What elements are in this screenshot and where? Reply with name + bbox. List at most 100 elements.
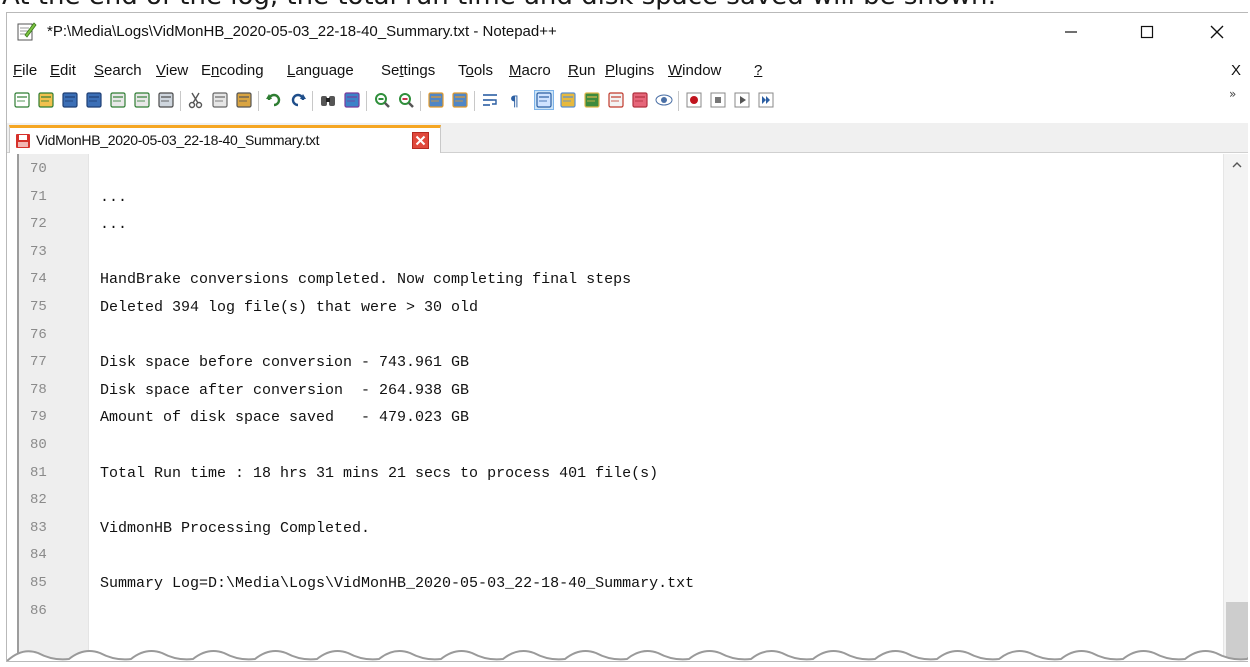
word-wrap-icon[interactable] — [481, 91, 499, 109]
line-text: ... — [100, 216, 128, 234]
show-all-characters-icon[interactable]: ¶ — [505, 91, 523, 109]
monitoring-icon[interactable] — [655, 91, 673, 109]
redo-icon[interactable] — [289, 91, 307, 109]
tab-summary-file[interactable]: VidMonHB_2020-05-03_22-18-40_Summary.txt — [9, 125, 441, 153]
menu-item-9[interactable]: Run — [568, 62, 596, 79]
editor-line[interactable]: 70 — [7, 156, 1212, 184]
save-all-icon[interactable] — [85, 91, 103, 109]
editor-line[interactable]: 84 — [7, 542, 1212, 570]
replace-icon[interactable] — [343, 91, 361, 109]
line-number: 81 — [30, 464, 47, 481]
minimize-icon — [1065, 31, 1077, 33]
menu-item-rest: dit — [60, 62, 76, 79]
menu-item-accelerator: W — [668, 62, 683, 79]
close-document-menu-button[interactable]: X — [1231, 62, 1241, 79]
editor-line[interactable]: 81 Total Run time : 18 hrs 31 mins 21 sec… — [7, 460, 1212, 488]
cut-icon[interactable] — [187, 91, 205, 109]
editor-line[interactable]: 80 — [7, 432, 1212, 460]
zoom-out-icon[interactable] — [397, 91, 415, 109]
menu-item-11[interactable]: Window — [668, 62, 721, 79]
close-icon — [1210, 25, 1224, 39]
scroll-up-arrow-icon[interactable] — [1231, 160, 1243, 170]
undo-icon[interactable] — [265, 91, 283, 109]
minimize-button[interactable] — [1043, 13, 1099, 51]
editor-line[interactable]: 86 — [7, 598, 1212, 626]
sync-vertical-icon[interactable] — [427, 91, 445, 109]
notepadpp-window: *P:\Media\Logs\VidMonHB_2020-05-03_22-18… — [6, 12, 1248, 662]
menu-item-rest: ile — [22, 62, 38, 79]
menu-item-4[interactable]: Encoding — [201, 62, 264, 79]
toolbar-separator — [258, 91, 259, 111]
editor-line[interactable]: 73 — [7, 239, 1212, 267]
line-number: 72 — [30, 216, 47, 233]
menu-bar: X File Edit Search View Encoding Language Sett… — [7, 56, 1248, 80]
menu-item-prefix: Se — [381, 62, 400, 79]
editor-line[interactable]: 77 Disk space before conversion - 743.961… — [7, 349, 1212, 377]
menu-item-rest: coding — [219, 62, 264, 79]
close-all-icon[interactable] — [133, 91, 151, 109]
editor-line[interactable]: 79 Amount of disk space saved - 479.023 G… — [7, 404, 1212, 432]
editor-line[interactable]: 78 Disk space after conversion - 264.938 … — [7, 377, 1212, 405]
paste-icon[interactable] — [235, 91, 253, 109]
stop-recording-icon[interactable] — [709, 91, 727, 109]
record-macro-icon[interactable] — [685, 91, 703, 109]
menu-item-3[interactable]: View — [156, 62, 188, 79]
toolbar-separator — [420, 91, 421, 111]
save-icon[interactable] — [61, 91, 79, 109]
menu-item-2[interactable]: Search — [94, 62, 142, 79]
close-window-button[interactable] — [1189, 13, 1245, 51]
editor-line[interactable]: 82 — [7, 487, 1212, 515]
menu-item-12[interactable]: ? — [754, 62, 762, 79]
find-icon[interactable] — [319, 91, 337, 109]
document-tab-bar: VidMonHB_2020-05-03_22-18-40_Summary.txt — [7, 123, 1248, 153]
line-number: 86 — [30, 602, 47, 619]
playback-macro-icon[interactable] — [733, 91, 751, 109]
menu-item-5[interactable]: Language — [287, 62, 354, 79]
copy-icon[interactable] — [211, 91, 229, 109]
line-number: 77 — [30, 354, 47, 371]
window-title: *P:\Media\Logs\VidMonHB_2020-05-03_22-18… — [47, 23, 557, 40]
line-text: VidmonHB Processing Completed. — [100, 519, 371, 537]
zoom-in-icon[interactable] — [373, 91, 391, 109]
tab-label: VidMonHB_2020-05-03_22-18-40_Summary.txt — [36, 132, 320, 148]
user-defined-language-icon[interactable] — [559, 91, 577, 109]
toolbar-separator — [474, 91, 475, 111]
line-number: 74 — [30, 271, 47, 288]
print-icon[interactable] — [157, 91, 175, 109]
document-map-icon[interactable] — [583, 91, 601, 109]
title-bar[interactable]: *P:\Media\Logs\VidMonHB_2020-05-03_22-18… — [7, 13, 1248, 51]
close-file-icon[interactable] — [109, 91, 127, 109]
editor-line[interactable]: 75 Deleted 394 log file(s) that were > 30… — [7, 294, 1212, 322]
open-file-icon[interactable] — [37, 91, 55, 109]
toolbar-overflow-button[interactable]: » — [1229, 87, 1236, 101]
menu-item-1[interactable]: Edit — [50, 62, 76, 79]
line-number: 84 — [30, 547, 47, 564]
line-text: Disk space after conversion - 264.938 GB — [100, 381, 470, 399]
editor-line[interactable]: 76 — [7, 322, 1212, 350]
editor-line[interactable]: 71... — [7, 184, 1212, 212]
menu-item-accelerator: o — [465, 62, 474, 79]
editor-line[interactable]: 74 HandBrake conversions completed. Now c… — [7, 266, 1212, 294]
line-number: 76 — [30, 326, 47, 343]
run-macro-multiple-icon[interactable] — [757, 91, 775, 109]
menu-item-7[interactable]: Tools — [458, 62, 493, 79]
indent-guide-icon[interactable] — [534, 90, 554, 110]
menu-item-10[interactable]: Plugins — [605, 62, 654, 79]
vertical-scrollbar[interactable] — [1223, 154, 1248, 661]
menu-item-rest: tings — [403, 62, 436, 79]
maximize-button[interactable] — [1119, 13, 1175, 51]
editor-line[interactable]: 85 Summary Log=D:\Media\Logs\VidMonHB_202… — [7, 570, 1212, 598]
editor-line[interactable]: 72... — [7, 211, 1212, 239]
text-editor-area[interactable]: 70 71... 72... 73 74 HandBrake conversions co… — [7, 154, 1248, 661]
sync-horizontal-icon[interactable] — [451, 91, 469, 109]
menu-item-rest: indow — [682, 62, 722, 79]
new-file-icon[interactable] — [13, 91, 31, 109]
menu-item-8[interactable]: Macro — [509, 62, 551, 79]
menu-item-accelerator: M — [509, 62, 522, 79]
function-list-icon[interactable] — [607, 91, 625, 109]
menu-item-0[interactable]: File — [13, 62, 37, 79]
close-tab-icon[interactable] — [412, 132, 429, 149]
editor-line[interactable]: 83 VidmonHB Processing Completed. — [7, 515, 1212, 543]
menu-item-6[interactable]: Settings — [381, 62, 435, 79]
folder-as-workspace-icon[interactable] — [631, 91, 649, 109]
